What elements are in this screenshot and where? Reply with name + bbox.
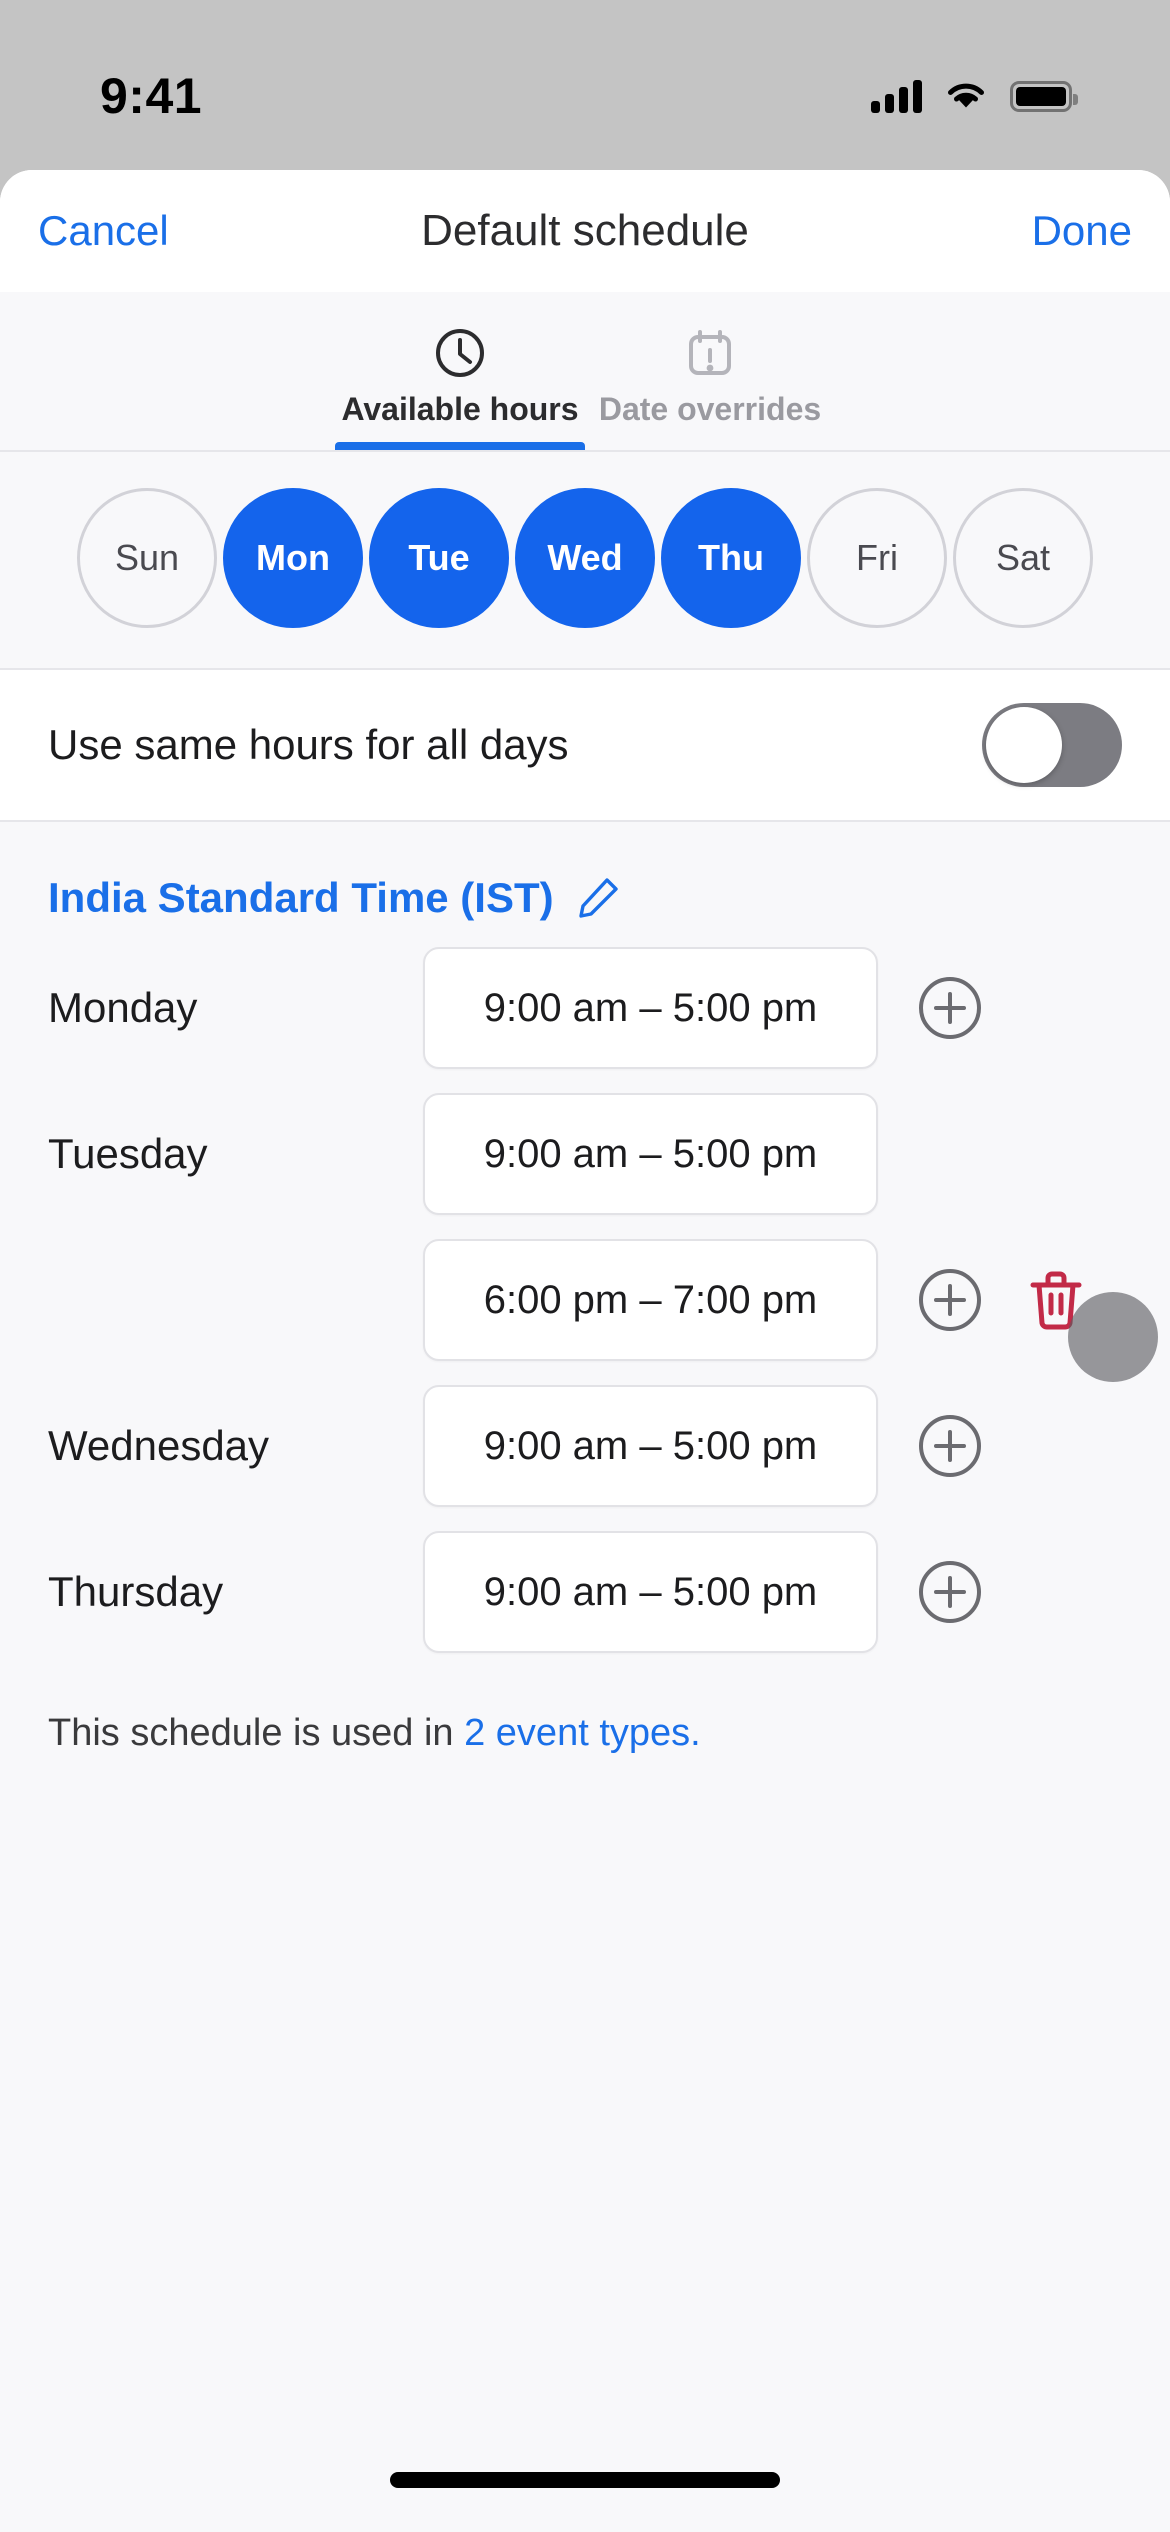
day-chip-fri[interactable]: Fri	[807, 488, 947, 628]
phone-screen: 9:41 Cancel Default schedule Done Availa…	[0, 0, 1170, 2532]
row-actions-monday	[914, 972, 986, 1044]
time-slot-tuesday-1[interactable]: 9:00 am – 5:00 pm	[423, 1093, 878, 1215]
day-chip-thu[interactable]: Thu	[661, 488, 801, 628]
timezone-label: India Standard Time (IST)	[48, 874, 554, 921]
wifi-icon	[948, 83, 984, 108]
cancel-button[interactable]: Cancel	[38, 207, 169, 255]
pencil-icon[interactable]	[574, 874, 622, 922]
day-label-tuesday: Tuesday	[48, 1130, 208, 1177]
schedule-row-tuesday-extra: 6:00 pm – 7:00 pm	[0, 1236, 1170, 1382]
tab-date-overrides[interactable]: Date overrides	[585, 292, 835, 450]
schedule-row-thursday: Thursday 9:00 am – 5:00 pm	[0, 1528, 1170, 1656]
row-actions-wednesday	[914, 1410, 986, 1482]
add-slot-button-thursday[interactable]	[914, 1556, 986, 1628]
same-hours-row: Use same hours for all days	[0, 670, 1170, 822]
day-label-wednesday: Wednesday	[48, 1422, 270, 1469]
time-slot-thursday-1[interactable]: 9:00 am – 5:00 pm	[423, 1531, 878, 1653]
status-time: 9:41	[100, 68, 203, 124]
day-chip-mon[interactable]: Mon	[223, 488, 363, 628]
row-actions-thursday	[914, 1556, 986, 1628]
done-button[interactable]: Done	[1032, 207, 1132, 255]
schedule-row-monday: Monday 9:00 am – 5:00 pm	[0, 944, 1170, 1072]
day-selector: Sun Mon Tue Wed Thu Fri Sat	[0, 452, 1170, 670]
calendar-alert-icon	[682, 323, 738, 383]
battery-icon	[1010, 80, 1078, 112]
schedule-row-wednesday: Wednesday 9:00 am – 5:00 pm	[0, 1382, 1170, 1510]
page-title: Default schedule	[421, 206, 749, 255]
same-hours-label: Use same hours for all days	[48, 721, 569, 768]
add-slot-button-wednesday[interactable]	[914, 1410, 986, 1482]
tab-active-underline	[335, 442, 585, 450]
tab-available-hours[interactable]: Available hours	[335, 292, 585, 450]
row-spacer	[0, 1218, 1170, 1236]
time-slot-wednesday-1[interactable]: 9:00 am – 5:00 pm	[423, 1385, 878, 1507]
schedule-usage-note: This schedule is used in 2 event types.	[0, 1656, 1170, 1755]
add-slot-button-tuesday[interactable]	[914, 1264, 986, 1336]
status-indicators	[871, 79, 1078, 113]
tab-date-overrides-label: Date overrides	[598, 391, 822, 427]
row-spacer	[0, 1072, 1170, 1090]
event-types-link[interactable]: 2 event types.	[464, 1712, 701, 1754]
time-slot-monday-1[interactable]: 9:00 am – 5:00 pm	[423, 947, 878, 1069]
timezone-row[interactable]: India Standard Time (IST)	[0, 832, 1170, 944]
same-hours-toggle[interactable]	[982, 703, 1122, 787]
navigation-bar: Cancel Default schedule Done	[0, 170, 1170, 292]
day-chip-sun[interactable]: Sun	[77, 488, 217, 628]
row-spacer	[0, 1510, 1170, 1528]
row-spacer	[0, 1364, 1170, 1382]
schedule-row-tuesday: Tuesday 9:00 am – 5:00 pm	[0, 1090, 1170, 1218]
usage-note-text: This schedule is used in	[48, 1712, 465, 1754]
status-bar: 9:41	[0, 0, 1170, 170]
signal-bars-icon	[871, 79, 922, 113]
tab-bar: Available hours Date overrides	[0, 292, 1170, 452]
default-schedule-sheet: Cancel Default schedule Done Available h…	[0, 170, 1170, 2532]
schedule-body: India Standard Time (IST) Monday 9:00 am…	[0, 822, 1170, 2532]
day-label-monday: Monday	[48, 984, 198, 1031]
day-chip-wed[interactable]: Wed	[515, 488, 655, 628]
clock-icon	[432, 323, 488, 383]
time-slot-tuesday-2[interactable]: 6:00 pm – 7:00 pm	[423, 1239, 878, 1361]
day-chip-tue[interactable]: Tue	[369, 488, 509, 628]
row-actions-tuesday-2	[914, 1264, 1158, 1382]
add-slot-button-monday[interactable]	[914, 972, 986, 1044]
day-chip-sat[interactable]: Sat	[953, 488, 1093, 628]
toggle-knob	[986, 707, 1062, 783]
delete-slot-button-tuesday[interactable]	[1020, 1264, 1092, 1336]
day-label-thursday: Thursday	[48, 1568, 224, 1615]
home-indicator	[390, 2472, 780, 2488]
